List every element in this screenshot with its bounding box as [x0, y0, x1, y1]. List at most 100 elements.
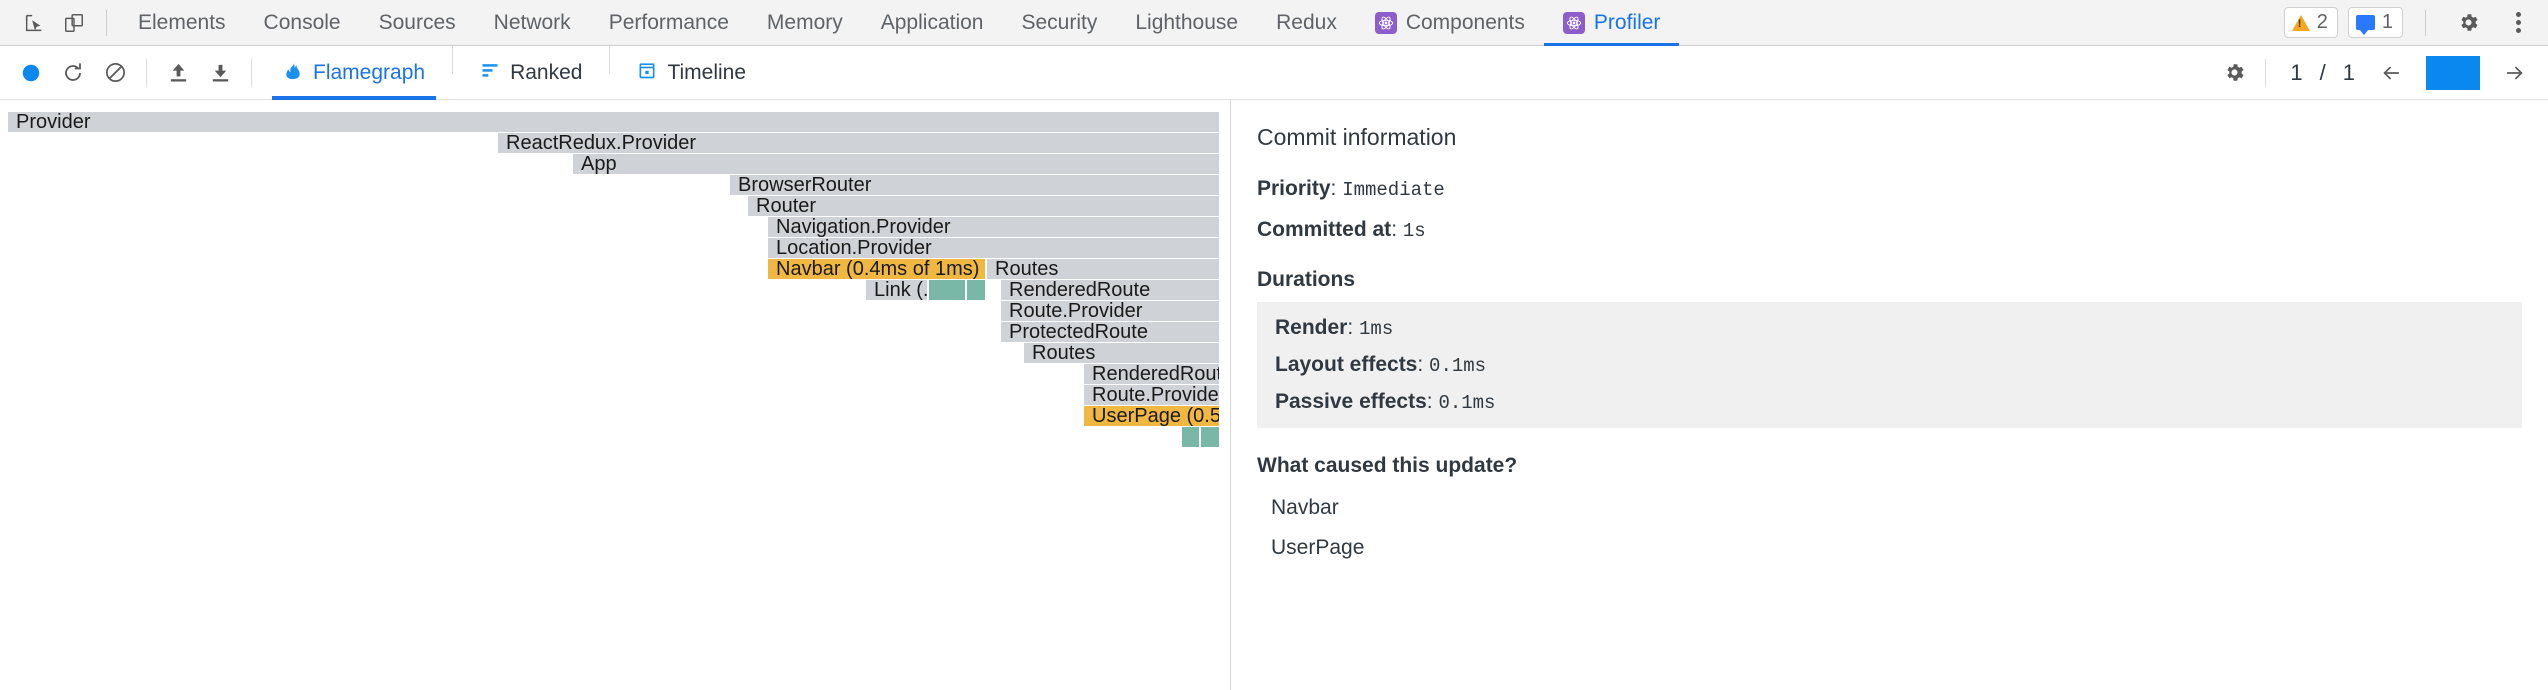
tab-flamegraph[interactable]: Flamegraph: [266, 46, 442, 100]
flamegraph-node[interactable]: Location.Provider: [768, 238, 1220, 258]
profiler-toolbar: Flamegraph Ranked Timeline 1 / 1: [0, 46, 2548, 100]
tab-console[interactable]: Console: [245, 0, 360, 46]
flamegraph-node[interactable]: [929, 280, 966, 300]
toolbar-divider: [146, 59, 147, 87]
flamegraph-node[interactable]: Routes: [1024, 343, 1220, 363]
tab-label: Network: [494, 11, 571, 35]
flamegraph-node[interactable]: Router: [748, 196, 1220, 216]
kebab-menu-icon[interactable]: [2498, 3, 2538, 43]
toolbar-divider: [2425, 10, 2426, 36]
tab-security[interactable]: Security: [1002, 0, 1116, 46]
toolbar-divider: [2265, 59, 2266, 87]
react-icon: [1563, 12, 1585, 34]
flamegraph-node[interactable]: Route.Provider: [1001, 301, 1220, 321]
clear-profiling-data-icon[interactable]: [94, 52, 136, 94]
committed-at-label: Committed at: [1257, 218, 1391, 241]
tab-redux[interactable]: Redux: [1257, 0, 1356, 46]
tab-label: Memory: [767, 11, 843, 35]
flamegraph-node[interactable]: [1182, 427, 1200, 447]
tab-network[interactable]: Network: [475, 0, 590, 46]
tab-components[interactable]: Components: [1356, 0, 1544, 46]
ranked-bars-icon: [480, 60, 500, 86]
duration-value: 1ms: [1359, 318, 1393, 340]
flamegraph-node[interactable]: Navigation.Provider: [768, 217, 1220, 237]
tab-performance[interactable]: Performance: [590, 0, 748, 46]
save-profile-icon[interactable]: [199, 52, 241, 94]
message-count-badge[interactable]: 1: [2348, 7, 2403, 38]
flamegraph-node[interactable]: Provider: [8, 112, 1220, 132]
tab-profiler[interactable]: Profiler: [1544, 0, 1680, 46]
arrow-left-icon[interactable]: [2372, 54, 2410, 92]
tab-sources[interactable]: Sources: [360, 0, 475, 46]
tab-label: Elements: [138, 11, 226, 35]
flamegraph-node[interactable]: [1201, 427, 1220, 447]
tab-ranked[interactable]: Ranked: [463, 46, 599, 100]
flamegraph-node[interactable]: ReactRedux.Provider: [498, 133, 1220, 153]
flamegraph-node[interactable]: UserPage (0.5ms of...: [1084, 406, 1220, 426]
tab-label: Application: [881, 11, 984, 35]
toolbar-divider: [452, 46, 453, 74]
cause-item: UserPage: [1271, 536, 2522, 560]
toolbar-divider: [609, 46, 610, 74]
cause-header: What caused this update?: [1257, 454, 2522, 478]
reload-and-record-icon[interactable]: [52, 52, 94, 94]
flamegraph-row: Routes: [0, 343, 1230, 363]
tab-timeline[interactable]: Timeline: [620, 46, 763, 100]
flamegraph-node[interactable]: App: [573, 154, 1220, 174]
cause-item: Navbar: [1271, 496, 2522, 520]
flamegraph-node[interactable]: BrowserRouter: [730, 175, 1220, 195]
message-count-value: 1: [2382, 11, 2393, 34]
flamegraph-row: RenderedRoute: [0, 364, 1230, 384]
devtools-status-area: 2 1: [2284, 3, 2538, 43]
flamegraph-node[interactable]: Link (...: [866, 280, 928, 300]
priority-label: Priority: [1257, 177, 1331, 200]
flamegraph-node[interactable]: [967, 280, 986, 300]
device-toolbar-icon[interactable]: [54, 3, 94, 43]
message-icon: [2356, 15, 2375, 30]
flamegraph-node[interactable]: Route.Provider: [1084, 385, 1220, 405]
durations-box: Render: 1ms Layout effects: 0.1ms Passiv…: [1257, 302, 2522, 428]
warning-count-value: 2: [2317, 11, 2328, 34]
committed-at-row: Committed at: 1s: [1257, 218, 2522, 242]
tab-label: Redux: [1276, 11, 1337, 35]
flamegraph-node[interactable]: RenderedRoute: [1084, 364, 1220, 384]
arrow-right-icon[interactable]: [2496, 54, 2534, 92]
flamegraph-node[interactable]: Navbar (0.4ms of 1ms): [768, 259, 986, 279]
inspect-element-icon[interactable]: [14, 3, 54, 43]
flamegraph-row: Route.Provider: [0, 301, 1230, 321]
flamegraph-node[interactable]: Routes: [987, 259, 1220, 279]
devtools-tab-bar: Elements Console Sources Network Perform…: [0, 0, 2548, 46]
flamegraph-chart[interactable]: ProviderReactRedux.ProviderAppBrowserRou…: [0, 100, 1230, 690]
commit-bar[interactable]: [2426, 56, 2480, 90]
tab-lighthouse[interactable]: Lighthouse: [1116, 0, 1257, 46]
load-profile-icon[interactable]: [157, 52, 199, 94]
commit-information-panel: Commit information Priority: Immediate C…: [1230, 100, 2548, 690]
gear-icon[interactable]: [2448, 3, 2488, 43]
tab-label: Components: [1406, 11, 1525, 35]
tab-application[interactable]: Application: [862, 0, 1003, 46]
duration-label: Render: [1275, 316, 1347, 339]
flamegraph-row: BrowserRouter: [0, 175, 1230, 195]
priority-row: Priority: Immediate: [1257, 177, 2522, 201]
tab-memory[interactable]: Memory: [748, 0, 862, 46]
flamegraph-row: Provider: [0, 112, 1230, 132]
commit-navigation-area: 1 / 1: [2213, 52, 2534, 94]
flamegraph-row: Location.Provider: [0, 238, 1230, 258]
tab-label: Console: [264, 11, 341, 35]
warning-count-badge[interactable]: 2: [2284, 7, 2338, 38]
flamegraph-row: [0, 427, 1230, 447]
duration-row: Passive effects: 0.1ms: [1275, 390, 2504, 414]
record-circle-icon[interactable]: [10, 52, 52, 94]
flamegraph-node[interactable]: RenderedRoute: [1001, 280, 1220, 300]
flamegraph-row: Route.Provider: [0, 385, 1230, 405]
durations-header: Durations: [1257, 268, 2522, 292]
duration-label: Layout effects: [1275, 353, 1417, 376]
tab-label: Flamegraph: [313, 61, 425, 85]
tab-elements[interactable]: Elements: [119, 0, 245, 46]
flamegraph-node[interactable]: ProtectedRoute: [1001, 322, 1220, 342]
commit-total: 1: [2343, 60, 2356, 86]
toolbar-divider: [251, 59, 252, 87]
tab-label: Performance: [609, 11, 729, 35]
commit-separator: /: [2320, 60, 2327, 86]
gear-icon[interactable]: [2213, 52, 2255, 94]
